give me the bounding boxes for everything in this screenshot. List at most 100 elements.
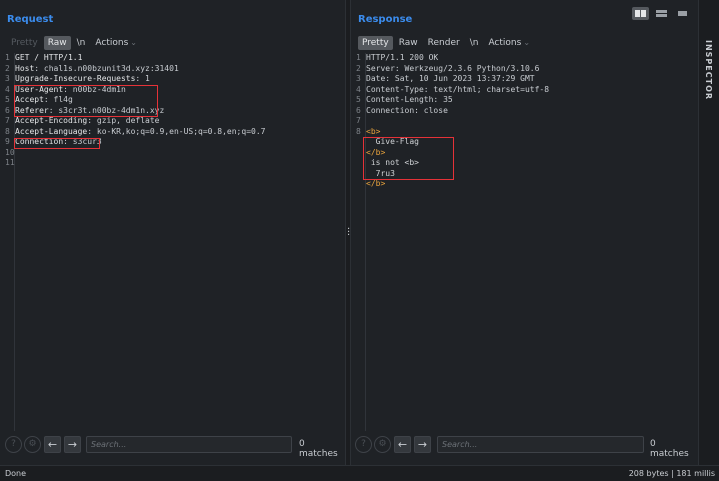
response-title: Response	[358, 14, 413, 25]
line-number: 4	[5, 84, 10, 94]
help-icon[interactable]: ?	[355, 436, 372, 453]
response-search-input[interactable]: Search...	[437, 436, 644, 453]
code-line: 4 User-Agent: n00bz-4dm1n	[0, 85, 345, 96]
line-number: 7	[5, 116, 10, 125]
settings-icon[interactable]: ⚙	[374, 436, 391, 453]
header-name: GET / HTTP/1.1	[15, 53, 83, 62]
request-title: Request	[7, 14, 54, 25]
response-editor[interactable]: 1 HTTP/1.1 200 OK 2 Server: Werkzeug/2.3.6 …	[351, 53, 697, 431]
header-value: : gzip, deflate	[87, 116, 160, 125]
line-content: Content-Length: 35	[366, 95, 453, 104]
code-line: is not <b>	[351, 158, 697, 169]
line-number: 11	[5, 158, 15, 167]
header-value: : fl4g	[43, 95, 73, 104]
line-content: HTTP/1.1 200 OK	[366, 53, 439, 62]
code-line: 7 Accept-Encoding: gzip, deflate	[0, 116, 345, 127]
request-match-count: 0 matches	[299, 439, 338, 459]
code-line: 7ru3	[351, 169, 697, 180]
chevron-down-icon: ⌄	[130, 38, 137, 47]
code-line: 3 Upgrade-Insecure-Requests: 1	[0, 74, 345, 85]
request-editor[interactable]: 1 GET / HTTP/1.1 2 Host: chal1s.n00bzunit3d…	[0, 53, 345, 431]
header-name: Referer	[15, 105, 49, 115]
line-number: 5	[356, 95, 361, 104]
line-content: User-Agent: n00bz-4dm1n	[13, 85, 126, 94]
header-name: Accept-Language	[15, 126, 88, 136]
request-search-bar: ? ⚙ ← → Search... 0 matches	[0, 436, 345, 459]
code-line: 6 Referer: s3cr3t.n00bz-4dm1n.xyz	[0, 106, 345, 117]
header-name: Host	[15, 63, 35, 73]
tab-newline[interactable]: \n	[466, 36, 483, 50]
line-content: Upgrade-Insecure-Requests: 1	[13, 74, 150, 83]
line-number: 2	[356, 63, 361, 73]
header-name: Upgrade-Insecure-Requests	[15, 74, 136, 83]
line-content: GET / HTTP/1.1	[13, 53, 82, 62]
header-value: : n00bz-4dm1n	[63, 84, 126, 94]
header-value: : s3cur3	[63, 137, 102, 146]
line-content	[364, 116, 366, 125]
layout-single-icon[interactable]	[674, 7, 691, 20]
code-line: 11	[0, 158, 345, 169]
header-name: Connection	[15, 137, 64, 146]
header-value: : chal1s.n00bzunit3d.xyz:31401	[34, 63, 179, 73]
line-number: 1	[356, 53, 361, 62]
help-icon[interactable]: ?	[5, 436, 22, 453]
header-value: : s3cr3t.n00bz-4dm1n.xyz	[48, 105, 165, 115]
chevron-down-icon: ⌄	[523, 38, 531, 47]
drag-handle-icon[interactable]: · · ·	[347, 225, 350, 241]
line-number: 3	[5, 74, 10, 83]
line-content	[13, 148, 15, 157]
header-name: User-Agent	[15, 84, 64, 94]
tab-actions[interactable]: Actions ⌄	[91, 36, 141, 50]
line-number: 2	[5, 63, 10, 73]
code-line: 2 Server: Werkzeug/2.3.6 Python/3.10.6	[351, 64, 697, 75]
layout-stacked-icon[interactable]	[653, 7, 670, 20]
line-content: </b>	[366, 179, 386, 188]
code-line: 4 Content-Type: text/html; charset=utf-8	[351, 85, 697, 96]
tab-actions[interactable]: Actions ⌄	[484, 36, 534, 50]
header-name: Accept	[15, 95, 44, 104]
line-number: 3	[356, 74, 361, 83]
inspector-label[interactable]: INSPECTOR	[704, 40, 713, 100]
tab-raw[interactable]: Raw	[43, 36, 71, 50]
code-line: 9 Connection: s3cur3	[0, 137, 345, 148]
line-content: 7ru3	[366, 168, 395, 178]
code-line: </b>	[351, 148, 697, 159]
line-content: </b>	[366, 147, 386, 157]
code-line: 3 Date: Sat, 10 Jun 2023 13:37:29 GMT	[351, 74, 697, 85]
next-match-button[interactable]: →	[64, 436, 81, 453]
header-value: : 1	[135, 74, 150, 83]
prev-match-button[interactable]: ←	[44, 436, 61, 453]
tab-pretty[interactable]: Pretty	[358, 36, 393, 50]
code-line: 1 GET / HTTP/1.1	[0, 53, 345, 64]
code-line: 1 HTTP/1.1 200 OK	[351, 53, 697, 64]
line-number: 4	[356, 84, 361, 94]
request-pane: Request Pretty Raw \n Actions ⌄ 1 GET / HT…	[0, 0, 345, 465]
request-search-input[interactable]: Search...	[86, 436, 292, 453]
response-search-bar: ? ⚙ ← → Search... 0 matches	[351, 436, 697, 459]
response-tabs: Pretty Raw Render \n Actions ⌄	[358, 36, 536, 50]
line-content: Connection: close	[366, 105, 448, 115]
line-number: 7	[356, 116, 361, 125]
tab-raw[interactable]: Raw	[395, 36, 422, 50]
layout-toggles	[632, 7, 691, 20]
line-number: 1	[5, 53, 10, 62]
tab-newline[interactable]: \n	[73, 36, 90, 50]
line-content: Connection: s3cur3	[13, 137, 102, 146]
tab-pretty[interactable]: Pretty	[7, 36, 42, 50]
tab-render[interactable]: Render	[424, 36, 464, 50]
code-line: 8 Accept-Language: ko-KR,ko;q=0.9,en-US;q…	[0, 127, 345, 138]
settings-icon[interactable]: ⚙	[24, 436, 41, 453]
code-line: 6 Connection: close	[351, 106, 697, 117]
line-content: is not <b>	[366, 158, 419, 167]
prev-match-button[interactable]: ←	[394, 436, 411, 453]
request-tabs: Pretty Raw \n Actions ⌄	[7, 36, 143, 50]
layout-side-by-side-icon[interactable]	[632, 7, 649, 20]
inspector-panel[interactable]: INSPECTOR	[698, 0, 719, 465]
line-content: Referer: s3cr3t.n00bz-4dm1n.xyz	[13, 106, 164, 115]
line-number: 8	[356, 126, 361, 136]
code-line: Give-Flag	[351, 137, 697, 148]
line-number: 6	[5, 105, 10, 115]
next-match-button[interactable]: →	[414, 436, 431, 453]
code-line: 10	[0, 148, 345, 159]
line-content: Accept: fl4g	[13, 95, 73, 104]
